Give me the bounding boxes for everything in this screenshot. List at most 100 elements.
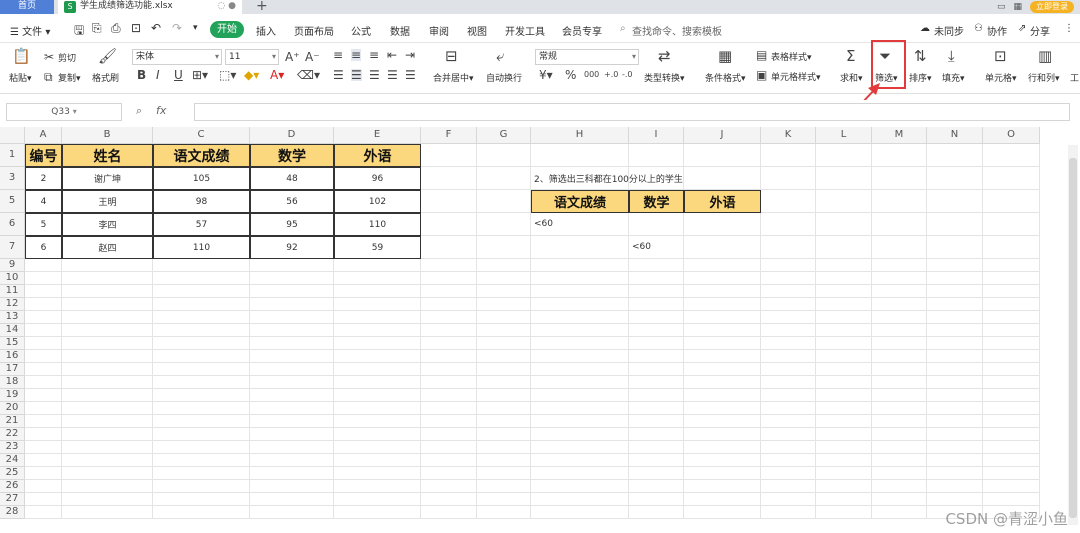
cell-button[interactable]: 单元格▾: [985, 71, 1017, 84]
cell[interactable]: [25, 480, 62, 493]
cell[interactable]: [477, 311, 531, 324]
cell[interactable]: [153, 402, 250, 415]
cell[interactable]: [872, 272, 927, 285]
cell[interactable]: [25, 285, 62, 298]
cell[interactable]: [684, 272, 761, 285]
cell[interactable]: [421, 167, 477, 190]
cell[interactable]: [334, 415, 421, 428]
paste-button[interactable]: 粘贴▾: [9, 71, 32, 84]
cell[interactable]: [477, 454, 531, 467]
cell[interactable]: [927, 350, 983, 363]
tab-status-icon[interactable]: ◌ ●: [217, 0, 236, 13]
cell[interactable]: [62, 350, 153, 363]
cell[interactable]: [629, 506, 684, 519]
formula-input[interactable]: [194, 103, 1070, 121]
table-data-cell[interactable]: 57: [153, 213, 250, 236]
indent-increase-icon[interactable]: ⇥: [405, 49, 415, 61]
cell[interactable]: [761, 337, 816, 350]
cell[interactable]: [477, 236, 531, 259]
cell[interactable]: [761, 506, 816, 519]
home-tab[interactable]: 首页: [0, 0, 54, 14]
cell[interactable]: [816, 144, 872, 167]
cell[interactable]: [62, 285, 153, 298]
cell[interactable]: [761, 402, 816, 415]
cell[interactable]: [25, 454, 62, 467]
cell[interactable]: [983, 454, 1040, 467]
cell[interactable]: [25, 311, 62, 324]
cell[interactable]: [761, 441, 816, 454]
table-header-cell[interactable]: 语文成绩: [153, 144, 250, 167]
column-header-l[interactable]: L: [816, 127, 872, 144]
cell[interactable]: [153, 493, 250, 506]
cell[interactable]: [629, 363, 684, 376]
cell[interactable]: [816, 285, 872, 298]
cell[interactable]: [761, 298, 816, 311]
cell[interactable]: [531, 311, 629, 324]
cell[interactable]: [153, 480, 250, 493]
cell[interactable]: [334, 337, 421, 350]
cell[interactable]: [816, 298, 872, 311]
cell[interactable]: [629, 389, 684, 402]
cell[interactable]: [25, 298, 62, 311]
cell[interactable]: [816, 389, 872, 402]
cell[interactable]: [872, 259, 927, 272]
tab-review[interactable]: 审阅: [429, 23, 449, 38]
table-header-cell[interactable]: 姓名: [62, 144, 153, 167]
number-format-select[interactable]: 常规 ▾: [535, 49, 639, 65]
cell[interactable]: [25, 402, 62, 415]
cell[interactable]: [816, 402, 872, 415]
cell[interactable]: [629, 350, 684, 363]
cell[interactable]: [927, 190, 983, 213]
cell[interactable]: [761, 213, 816, 236]
cell[interactable]: [153, 337, 250, 350]
cell[interactable]: [62, 363, 153, 376]
chevron-down-icon[interactable]: ▾: [193, 23, 198, 33]
cell[interactable]: [477, 350, 531, 363]
tab-view[interactable]: 视图: [467, 23, 487, 38]
cell[interactable]: [761, 324, 816, 337]
tab-home-ribbon[interactable]: 开始: [210, 21, 244, 38]
file-tab[interactable]: S 学生成绩筛选功能.xlsx ◌ ●: [58, 0, 242, 14]
cell[interactable]: [531, 480, 629, 493]
row-header-23[interactable]: 23: [0, 441, 25, 454]
cell[interactable]: [250, 324, 334, 337]
conditional-format-button[interactable]: 条件格式▾: [705, 71, 746, 84]
cell[interactable]: [816, 272, 872, 285]
tab-insert[interactable]: 插入: [256, 23, 276, 38]
format-painter-icon[interactable]: 🖌: [98, 49, 117, 64]
merge-center-button[interactable]: 合并居中▾: [433, 71, 474, 84]
cell[interactable]: [761, 480, 816, 493]
undo-icon[interactable]: ↶: [151, 21, 161, 35]
cell[interactable]: [872, 415, 927, 428]
cell[interactable]: [927, 337, 983, 350]
table-data-cell[interactable]: 59: [334, 236, 421, 259]
cell[interactable]: [872, 441, 927, 454]
cell[interactable]: [816, 311, 872, 324]
cell[interactable]: [927, 493, 983, 506]
cell[interactable]: [629, 285, 684, 298]
cell[interactable]: [816, 480, 872, 493]
table-data-cell[interactable]: 92: [250, 236, 334, 259]
cell[interactable]: [421, 454, 477, 467]
cell[interactable]: [983, 213, 1040, 236]
cell[interactable]: [334, 376, 421, 389]
cell[interactable]: [62, 493, 153, 506]
cell[interactable]: [927, 213, 983, 236]
cell[interactable]: [421, 428, 477, 441]
cell[interactable]: [761, 493, 816, 506]
criteria-header-cell[interactable]: 语文成绩: [531, 190, 629, 213]
cell[interactable]: [629, 428, 684, 441]
font-name-select[interactable]: 宋体 ▾: [132, 49, 222, 65]
cell[interactable]: [250, 363, 334, 376]
cell[interactable]: [421, 213, 477, 236]
cell[interactable]: [421, 285, 477, 298]
cell[interactable]: [250, 285, 334, 298]
tab-data[interactable]: 数据: [390, 23, 410, 38]
cell[interactable]: [477, 389, 531, 402]
cell[interactable]: [421, 402, 477, 415]
cell[interactable]: [684, 259, 761, 272]
criteria-header-cell[interactable]: 外语: [684, 190, 761, 213]
cell[interactable]: [25, 376, 62, 389]
cell[interactable]: [62, 506, 153, 519]
type-convert-button[interactable]: 类型转换▾: [644, 71, 685, 84]
